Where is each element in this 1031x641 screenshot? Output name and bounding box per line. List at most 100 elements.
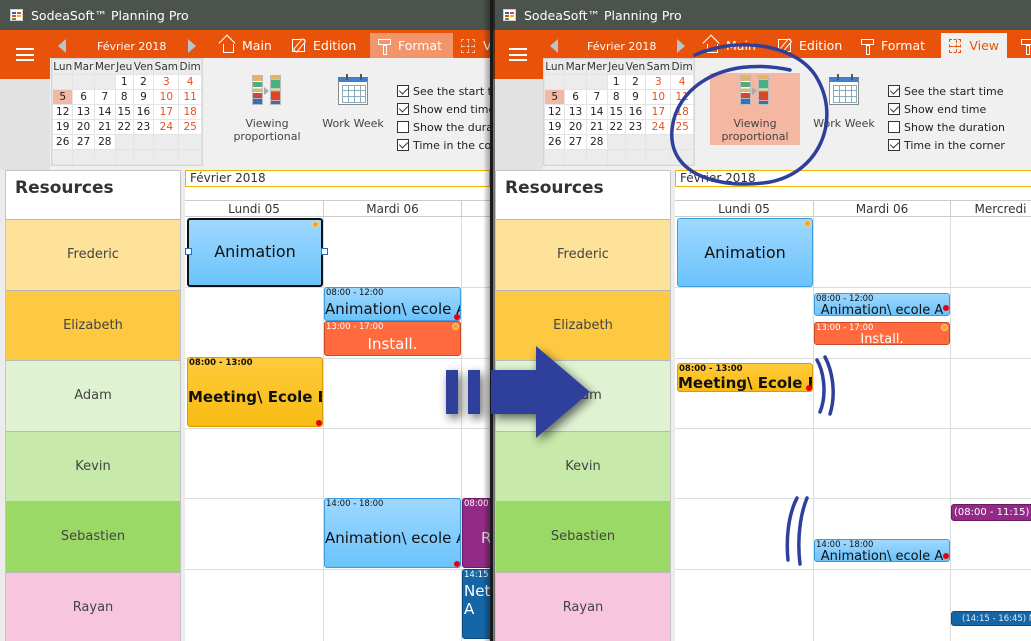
event-block[interactable]: 13:00 - 17:00 Install. <box>324 321 461 356</box>
calendar-day[interactable]: 20 <box>565 120 586 134</box>
resource-row[interactable]: Adam <box>496 360 670 431</box>
resource-row[interactable]: Elizabeth <box>496 289 670 360</box>
work-week-button[interactable]: Work Week <box>799 73 889 145</box>
event-block[interactable]: 14:00 - 18:00 Animation\ ecole A <box>814 539 950 562</box>
calendar-day[interactable]: 10 <box>646 90 671 104</box>
resource-row[interactable]: Kevin <box>496 430 670 501</box>
day-header[interactable]: Mardi 06 <box>813 201 950 217</box>
calendar-day[interactable]: 27 <box>565 135 586 149</box>
calendar-day[interactable]: 26 <box>53 135 73 149</box>
calendar-day[interactable]: 28 <box>94 135 115 149</box>
calendar-day[interactable]: 24 <box>154 120 179 134</box>
tab-main[interactable]: Main <box>699 33 764 58</box>
checkbox-time-corner[interactable]: Time in the corner <box>888 136 1005 154</box>
tab-view[interactable]: View <box>453 33 490 58</box>
tab-format[interactable]: Format <box>853 33 933 58</box>
calendar-day[interactable]: 11 <box>179 90 201 104</box>
checkbox[interactable] <box>888 85 900 97</box>
resource-row[interactable]: Sebastien <box>6 501 180 572</box>
calendar-day[interactable]: 23 <box>625 120 646 134</box>
calendar-day[interactable]: 11 <box>671 90 693 104</box>
checkbox[interactable] <box>397 139 409 151</box>
checkbox[interactable] <box>888 121 900 133</box>
event-block[interactable]: 14:00 - 18:00 Animation\ ecole A <box>324 498 461 568</box>
resize-handle-right[interactable] <box>321 248 328 255</box>
event-block[interactable]: 14:15 Nett A <box>462 569 490 639</box>
event-block[interactable]: 08:00 - 13:00 Meeting\ Ecole B <box>187 357 323 427</box>
calendar-day[interactable]: 16 <box>133 105 154 119</box>
day-header[interactable]: Lundi 05 <box>185 201 323 217</box>
tab-view[interactable]: View <box>941 33 1007 58</box>
resource-row[interactable]: Kevin <box>6 430 180 501</box>
calendar-day[interactable]: 12 <box>545 105 565 119</box>
checkbox-end-time[interactable]: Show end time <box>397 100 490 118</box>
calendar-day[interactable]: 24 <box>646 120 671 134</box>
event-block[interactable]: Animation <box>187 218 323 287</box>
prev-month-button[interactable] <box>550 39 558 53</box>
day-header[interactable]: Mercredi <box>950 201 1031 217</box>
calendar-day[interactable]: 13 <box>73 105 94 119</box>
checkbox-start-time[interactable]: See the start time <box>397 82 490 100</box>
calendar-day[interactable]: 14 <box>586 105 607 119</box>
calendar-day[interactable]: 5 <box>545 90 565 104</box>
resource-row[interactable]: Frederic <box>496 219 670 290</box>
resource-row[interactable]: Rayan <box>496 571 670 641</box>
event-block[interactable]: (14:15 - 16:45) Netto <box>951 611 1031 626</box>
resource-row[interactable]: Elizabeth <box>6 289 180 360</box>
calendar-day[interactable]: 6 <box>73 90 94 104</box>
menu-button[interactable] <box>0 30 50 79</box>
calendar-day[interactable]: 1 <box>115 75 133 89</box>
resize-handle-left[interactable] <box>185 248 192 255</box>
day-header[interactable] <box>461 201 490 217</box>
calendar-day[interactable]: 13 <box>565 105 586 119</box>
next-month-button[interactable] <box>677 39 685 53</box>
resource-row[interactable]: Rayan <box>6 571 180 641</box>
checkbox[interactable] <box>888 103 900 115</box>
calendar-day[interactable]: 2 <box>625 75 646 89</box>
calendar-day[interactable]: 19 <box>53 120 73 134</box>
checkbox-time-corner[interactable]: Time in the corner <box>397 136 490 154</box>
tab-edition[interactable]: Edition <box>770 33 850 58</box>
work-week-button[interactable]: Work Week <box>308 73 398 145</box>
calendar-day[interactable]: 18 <box>179 105 201 119</box>
event-block[interactable]: (08:00 - 11:15) R <box>951 504 1031 521</box>
tab-main[interactable]: Main <box>215 33 280 58</box>
calendar-day[interactable]: 4 <box>179 75 201 89</box>
calendar-day[interactable]: 21 <box>586 120 607 134</box>
calendar-day[interactable]: 7 <box>94 90 115 104</box>
calendar-day[interactable]: 18 <box>671 105 693 119</box>
event-block[interactable]: 08:00 - R <box>462 498 490 568</box>
tab-more[interactable] <box>1013 33 1031 58</box>
checkbox[interactable] <box>397 85 409 97</box>
event-block[interactable]: Animation <box>677 218 813 287</box>
resource-row[interactable]: Sebastien <box>496 501 670 572</box>
calendar-day[interactable]: 20 <box>73 120 94 134</box>
event-block[interactable]: 08:00 - 13:00 Meeting\ Ecole B <box>677 363 813 392</box>
next-month-button[interactable] <box>188 39 196 53</box>
calendar-day[interactable]: 5 <box>53 90 73 104</box>
calendar-day[interactable]: 1 <box>607 75 625 89</box>
calendar-day[interactable]: 2 <box>133 75 154 89</box>
checkbox[interactable] <box>397 103 409 115</box>
calendar-day[interactable]: 17 <box>154 105 179 119</box>
calendar-day[interactable]: 21 <box>94 120 115 134</box>
calendar-day[interactable]: 15 <box>607 105 625 119</box>
day-header[interactable]: Mardi 06 <box>323 201 461 217</box>
calendar-day[interactable]: 3 <box>646 75 671 89</box>
event-block[interactable]: 08:00 - 12:00 Animation\ ecole A <box>814 293 950 316</box>
calendar-day[interactable]: 19 <box>545 120 565 134</box>
calendar-day[interactable]: 26 <box>545 135 565 149</box>
calendar-day[interactable]: 25 <box>671 120 693 134</box>
day-header[interactable]: Lundi 05 <box>675 201 813 217</box>
calendar-day[interactable]: 23 <box>133 120 154 134</box>
calendar-day[interactable]: 9 <box>133 90 154 104</box>
calendar-day[interactable]: 28 <box>586 135 607 149</box>
viewing-proportional-button[interactable]: Viewing proportional <box>710 73 800 145</box>
menu-button[interactable] <box>493 30 543 79</box>
checkbox-start-time[interactable]: See the start time <box>888 82 1005 100</box>
resource-row[interactable]: Frederic <box>6 219 180 290</box>
calendar-day[interactable]: 8 <box>115 90 133 104</box>
event-block[interactable]: 13:00 - 17:00 Install. <box>814 322 950 345</box>
checkbox-duration[interactable]: Show the duration <box>888 118 1005 136</box>
calendar-day[interactable]: 15 <box>115 105 133 119</box>
